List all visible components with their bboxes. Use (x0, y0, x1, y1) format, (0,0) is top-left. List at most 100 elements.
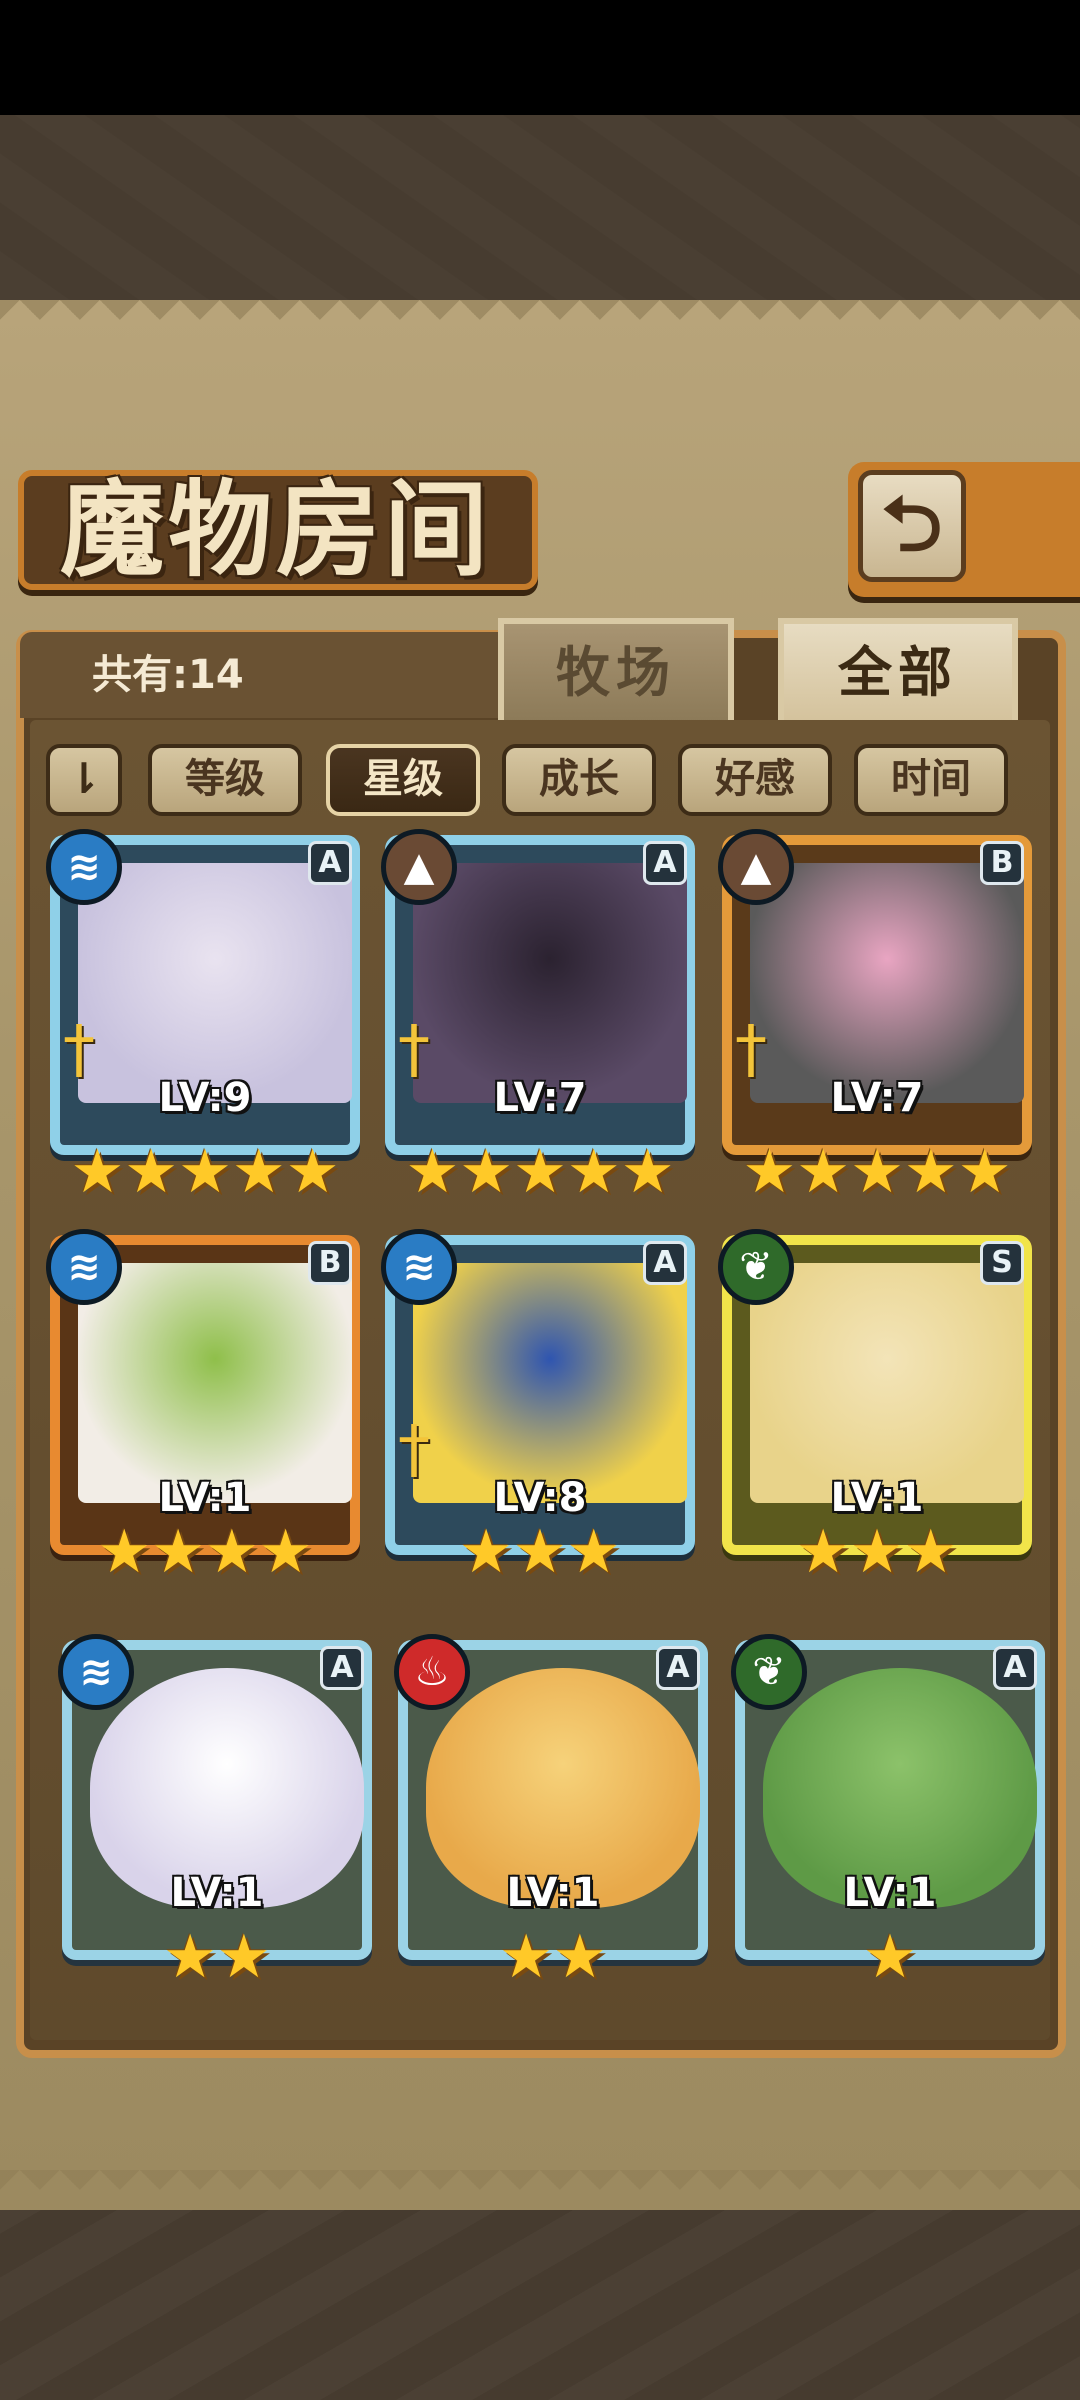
monster-card[interactable]: ❦ A LV:1 ★ (731, 1634, 1045, 2000)
fire-element-icon: ♨ (394, 1634, 470, 1710)
filter-star[interactable]: 星级 (326, 744, 480, 816)
monster-portrait (413, 863, 687, 1103)
monster-card[interactable]: ❦ S LV:1 ★★★ (718, 1229, 1032, 1595)
water-element-icon: ≋ (46, 829, 122, 905)
rank-badge: B (980, 841, 1024, 885)
back-button[interactable]: ⮌ (858, 470, 966, 582)
monster-portrait (750, 1263, 1024, 1503)
map-background-top (0, 115, 1080, 300)
star-rating: ★★★★★ (722, 1140, 1032, 1204)
star-icon: ★ (163, 1922, 217, 1992)
filter-growth[interactable]: 成长 (502, 744, 656, 816)
star-icon: ★ (405, 1137, 460, 1207)
parchment-edge-bottom (0, 2170, 1080, 2210)
water-element-icon: ≋ (46, 1229, 122, 1305)
star-rating: ★★ (398, 1925, 708, 1989)
star-icon: ★ (513, 1517, 567, 1587)
star-rating: ★★ (62, 1925, 372, 1989)
star-icon: ★ (742, 1137, 797, 1207)
star-icon: ★ (850, 1137, 904, 1207)
monster-level: LV:9 (158, 1075, 252, 1121)
star-icon: ★ (553, 1922, 607, 1992)
star-icon: ★ (124, 1137, 179, 1207)
star-icon: ★ (796, 1137, 851, 1207)
water-element-icon: ≋ (58, 1634, 134, 1710)
tab-all[interactable]: 全部 (778, 618, 1018, 722)
sort-order-icon: ⇂ (66, 754, 102, 803)
star-icon: ★ (217, 1922, 271, 1992)
monster-level: LV:1 (170, 1870, 264, 1916)
page-title: 魔物房间 (60, 468, 493, 591)
wood-element-icon: ❦ (718, 1229, 794, 1305)
monster-card[interactable]: ≋ A † LV:9 ★★★★★ (46, 829, 360, 1204)
map-background-bottom (0, 2210, 1080, 2400)
monster-level: LV:8 (493, 1475, 587, 1521)
star-icon: ★ (513, 1137, 567, 1207)
monster-card[interactable]: ▲ B † LV:7 ★★★★★ (718, 829, 1032, 1204)
monster-level: LV:1 (158, 1475, 252, 1521)
monster-count: 共有:14 (92, 652, 244, 698)
star-icon: ★ (258, 1517, 313, 1587)
monster-level: LV:7 (493, 1075, 587, 1121)
star-rating: ★ (735, 1925, 1045, 1989)
monster-portrait (78, 1263, 352, 1503)
star-icon: ★ (620, 1137, 675, 1207)
monster-portrait (78, 863, 352, 1103)
sort-order-toggle[interactable]: ⇂ (46, 744, 122, 816)
rank-badge: A (320, 1646, 364, 1690)
star-icon: ★ (178, 1137, 232, 1207)
rank-badge: S (980, 1241, 1024, 1285)
filter-affection[interactable]: 好感 (678, 744, 832, 816)
monster-card[interactable]: ≋ A LV:1 ★★ (58, 1634, 372, 2000)
monster-card[interactable]: ≋ A † LV:8 ★★★ (381, 1229, 695, 1595)
star-icon: ★ (151, 1517, 205, 1587)
star-icon: ★ (957, 1137, 1012, 1207)
star-icon: ★ (459, 1137, 514, 1207)
rank-badge: A (643, 841, 687, 885)
star-rating: ★★★★★ (385, 1140, 695, 1204)
star-rating: ★★★★★ (50, 1140, 360, 1204)
star-rating: ★★★★ (50, 1520, 360, 1584)
star-icon: ★ (499, 1922, 553, 1992)
filter-level[interactable]: 等级 (148, 744, 302, 816)
monster-card[interactable]: ▲ A † LV:7 ★★★★★ (381, 829, 695, 1204)
monster-card[interactable]: ≋ B LV:1 ★★★★ (46, 1229, 360, 1595)
star-icon: ★ (796, 1517, 851, 1587)
star-icon: ★ (850, 1517, 904, 1587)
rank-badge: A (308, 841, 352, 885)
star-icon: ★ (566, 1517, 621, 1587)
star-icon: ★ (903, 1137, 958, 1207)
star-rating: ★★★ (385, 1520, 695, 1584)
status-bar (0, 0, 1080, 115)
tab-ranch[interactable]: 牧场 (498, 618, 734, 722)
star-icon: ★ (459, 1517, 514, 1587)
star-icon: ★ (903, 1517, 958, 1587)
wood-element-icon: ❦ (731, 1634, 807, 1710)
earth-element-icon: ▲ (381, 829, 457, 905)
monster-level: LV:1 (843, 1870, 937, 1916)
star-icon: ★ (566, 1137, 621, 1207)
rank-badge: A (656, 1646, 700, 1690)
star-icon: ★ (97, 1517, 152, 1587)
star-icon: ★ (231, 1137, 286, 1207)
monster-portrait (413, 1263, 687, 1503)
star-rating: ★★★ (722, 1520, 1032, 1584)
earth-element-icon: ▲ (718, 829, 794, 905)
filter-time[interactable]: 时间 (854, 744, 1008, 816)
monster-card[interactable]: ♨ A LV:1 ★★ (394, 1634, 708, 2000)
sort-filter-bar: ⇂ 等级 星级 成长 好感 时间 (40, 738, 1040, 822)
rank-badge: A (643, 1241, 687, 1285)
star-icon: ★ (863, 1922, 917, 1992)
star-icon: ★ (205, 1517, 259, 1587)
back-arrow-icon: ⮌ (881, 479, 943, 568)
star-icon: ★ (70, 1137, 125, 1207)
water-element-icon: ≋ (381, 1229, 457, 1305)
rank-badge: B (308, 1241, 352, 1285)
parchment-edge-top (0, 300, 1080, 340)
star-icon: ★ (285, 1137, 340, 1207)
monster-level: LV:1 (830, 1475, 924, 1521)
monster-level: LV:1 (506, 1870, 600, 1916)
monster-portrait (750, 863, 1024, 1103)
monster-level: LV:7 (830, 1075, 924, 1121)
rank-badge: A (993, 1646, 1037, 1690)
